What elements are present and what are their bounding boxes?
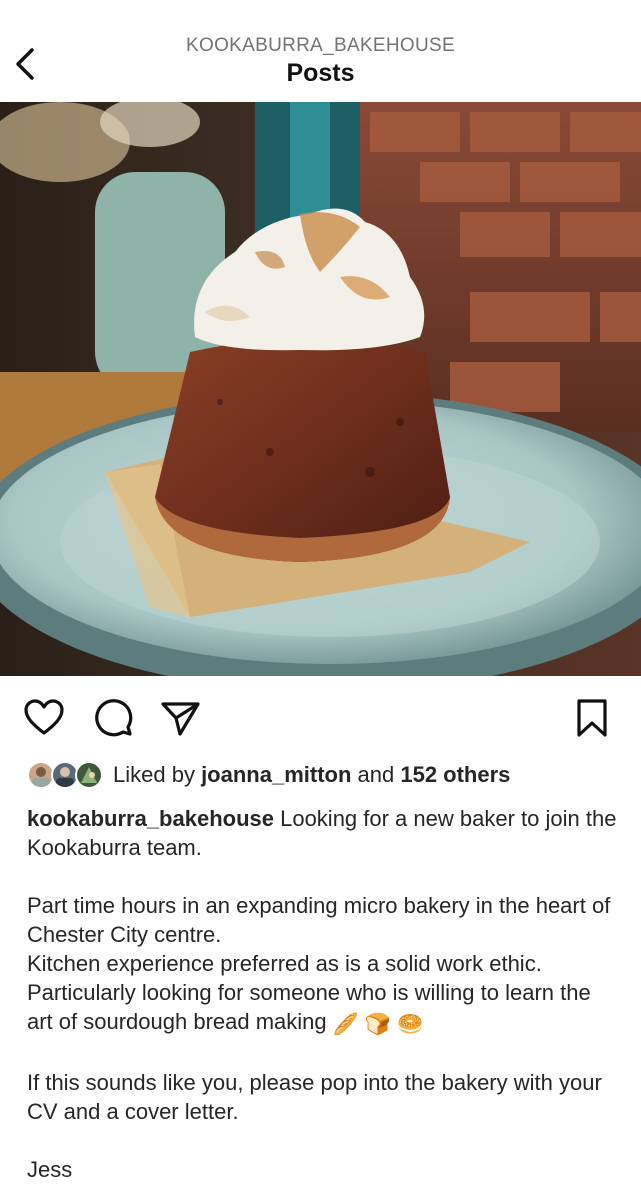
avatar <box>75 761 103 789</box>
likes-row: Liked by joanna_mitton and 152 others <box>27 758 627 792</box>
save-button[interactable] <box>570 696 614 740</box>
liked-by-username[interactable]: joanna_mitton <box>201 762 351 787</box>
bagel-emoji: 🥯 <box>396 1013 424 1036</box>
like-button[interactable] <box>22 696 66 740</box>
bookmark-icon <box>577 699 607 737</box>
caption-para2-line2: Kitchen experience preferred as is a sol… <box>27 951 542 976</box>
post-image[interactable] <box>0 102 641 676</box>
post-header: KOOKABURRA_BAKEHOUSE Posts <box>0 0 641 102</box>
bread-emoji: 🍞 <box>364 1013 391 1036</box>
likes-prefix: Liked by <box>113 762 202 787</box>
caption-para2-line3: Particularly looking for someone who is … <box>27 980 591 1034</box>
likes-text: Liked by joanna_mitton and 152 others <box>113 762 510 788</box>
caption-username[interactable]: kookaburra_bakehouse <box>27 806 274 831</box>
likes-middle: and <box>351 762 401 787</box>
photo-chocolate-cake-meringue <box>0 102 641 676</box>
baguette-emoji: 🥖 <box>332 1013 359 1036</box>
post-action-bar <box>0 676 641 756</box>
comment-button[interactable] <box>91 696 135 740</box>
share-button[interactable] <box>158 696 202 740</box>
caption-para3: If this sounds like you, please pop into… <box>27 1070 602 1124</box>
post-caption: kookaburra_bakehouse Looking for a new b… <box>27 804 622 1184</box>
likes-others-count[interactable]: 152 others <box>400 762 510 787</box>
heart-icon <box>24 699 64 735</box>
comment-icon <box>95 699 133 737</box>
caption-signoff: Jess <box>27 1157 73 1182</box>
page-title: Posts <box>286 59 355 87</box>
header-username[interactable]: KOOKABURRA_BAKEHOUSE <box>0 35 641 57</box>
paper-plane-icon <box>161 702 200 736</box>
caption-para2-line1: Part time hours in an expanding micro ba… <box>27 893 611 947</box>
liker-avatars[interactable] <box>27 761 107 791</box>
